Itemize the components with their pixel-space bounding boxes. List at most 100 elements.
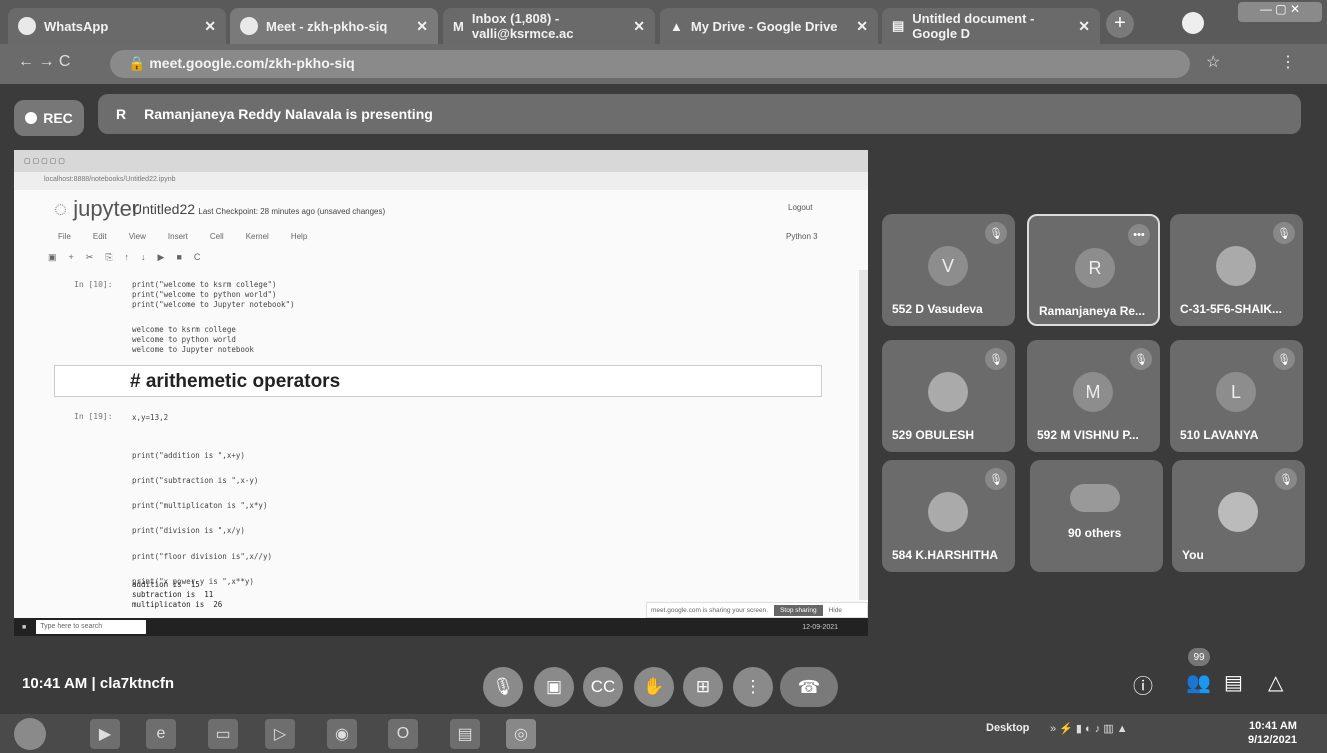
participant-tile[interactable]: 🎙 C-31-5F6-SHAIK...	[1170, 214, 1303, 326]
save-icon[interactable]: ▣	[48, 252, 57, 263]
menu-cell[interactable]: Cell	[210, 232, 224, 241]
record-dot-icon	[25, 112, 38, 124]
taskbar-search[interactable]: Type here to search	[36, 620, 147, 634]
whatsapp-icon	[18, 17, 36, 35]
restart-icon[interactable]: C	[194, 252, 201, 263]
close-icon[interactable]: ✕	[1078, 18, 1090, 35]
desktop-label[interactable]: Desktop	[986, 722, 1029, 734]
raise-hand-button[interactable]: ✋	[634, 667, 674, 707]
docs-icon: ▤	[892, 18, 905, 33]
run-icon[interactable]: ▶	[158, 252, 165, 263]
menu-help[interactable]: Help	[291, 232, 307, 241]
bookmark-star-icon[interactable]: ☆	[1206, 52, 1220, 72]
notebook-title-area: Untitled22 Last Checkpoint: 28 minutes a…	[132, 201, 385, 217]
media-icon[interactable]: ▷	[265, 719, 295, 749]
shared-screen: ▢ ▢ ▢ ▢ ▢ localhost:8888/notebooks/Untit…	[14, 150, 868, 636]
participant-name: 584 K.HARSHITHA	[892, 548, 999, 562]
notebook-title[interactable]: Untitled22	[132, 201, 195, 217]
mic-off-icon: 🎙	[1273, 348, 1295, 370]
close-icon[interactable]: ✕	[856, 18, 868, 35]
mic-off-button[interactable]: 🎙	[483, 667, 523, 707]
avatar	[1218, 492, 1258, 532]
present-button[interactable]: ⊞	[683, 667, 723, 707]
participant-tile[interactable]: 🎙 L 510 LAVANYA	[1170, 340, 1303, 452]
menu-insert[interactable]: Insert	[168, 232, 188, 241]
chrome-icon[interactable]: ◎	[506, 719, 536, 749]
file-icon[interactable]: ▤	[450, 719, 480, 749]
move-down-icon[interactable]: ↓	[141, 252, 146, 263]
participant-tile[interactable]: 🎙 V 552 D Vasudeva	[882, 214, 1015, 326]
avatar: R	[1075, 248, 1115, 288]
menu-file[interactable]: File	[58, 232, 71, 241]
system-clock[interactable]: 10:41 AM 9/12/2021	[1248, 719, 1297, 747]
logout-button[interactable]: Logout	[788, 203, 812, 212]
more-options-button[interactable]: ⋮	[733, 667, 773, 707]
shared-taskbar-date: 12-09-2021	[802, 623, 838, 631]
mic-off-icon: 🎙	[1273, 222, 1295, 244]
opera-icon[interactable]: O	[388, 719, 418, 749]
copy-icon[interactable]: ⎘	[105, 252, 112, 263]
mic-off-icon: 🎙	[985, 348, 1007, 370]
participant-tile[interactable]: 90 others	[1030, 460, 1163, 572]
tab-label: WhatsApp	[44, 18, 109, 34]
new-tab-button[interactable]: +	[1106, 10, 1134, 38]
participant-name: 592 M VISHNU P...	[1037, 428, 1139, 442]
move-up-icon[interactable]: ↑	[125, 252, 130, 263]
people-count-badge: 99	[1188, 648, 1210, 666]
start-button[interactable]	[14, 718, 46, 750]
ie-icon[interactable]: e	[146, 719, 176, 749]
scrollbar[interactable]	[859, 270, 868, 600]
meeting-code: cla7ktncfn	[99, 675, 175, 692]
firefox-icon[interactable]: ◉	[327, 719, 357, 749]
menu-dots-icon[interactable]: ⋮	[1280, 52, 1296, 72]
cell2-code[interactable]: x,y=13,2 print("addition is ",x+y) print…	[132, 412, 272, 588]
close-icon[interactable]: ✕	[633, 18, 645, 35]
participant-tile[interactable]: 🎙 529 OBULESH	[882, 340, 1015, 452]
profile-icon[interactable]	[1182, 12, 1204, 34]
info-icon[interactable]: ⓘ	[1133, 670, 1153, 699]
tab-whatsapp[interactable]: WhatsApp ✕	[8, 8, 226, 44]
cell1-output: welcome to ksrm college welcome to pytho…	[132, 325, 254, 354]
cut-icon[interactable]: ✂	[86, 252, 94, 263]
tab-gmail[interactable]: M Inbox (1,808) - valli@ksrmce.ac ✕	[443, 8, 655, 44]
participant-tile[interactable]: 🎙 You	[1172, 460, 1305, 572]
end-call-button[interactable]: ☎	[780, 667, 838, 707]
hide-button[interactable]: Hide	[829, 607, 842, 614]
chat-icon[interactable]: ▤	[1224, 670, 1243, 695]
media-player-icon[interactable]: ▶	[90, 719, 120, 749]
people-icon[interactable]: 👥	[1186, 670, 1211, 695]
stop-sharing-button[interactable]: Stop sharing	[774, 604, 823, 616]
tab-docs[interactable]: ▤ Untitled document - Google D ✕	[882, 8, 1100, 44]
participant-tile[interactable]: 🎙 M 592 M VISHNU P...	[1027, 340, 1160, 452]
cell2-prompt: In [19]:	[74, 412, 113, 421]
tab-meet[interactable]: Meet - zkh-pkho-siq ✕	[230, 8, 438, 44]
close-icon[interactable]: ✕	[204, 18, 216, 35]
tray-icons[interactable]: » ⚡ ▮ ◐ ♪ ▥ ▲	[1050, 722, 1128, 735]
windows-icon[interactable]: ■	[22, 624, 26, 631]
window-controls[interactable]: — ▢ ✕	[1238, 2, 1322, 22]
menu-edit[interactable]: Edit	[93, 232, 107, 241]
folder-icon[interactable]: ▭	[208, 719, 238, 749]
nav-arrows-icon[interactable]: ← → C	[18, 53, 70, 71]
tab-drive[interactable]: ▲ My Drive - Google Drive ✕	[660, 8, 878, 44]
participant-tile[interactable]: 🎙 584 K.HARSHITHA	[882, 460, 1015, 572]
camera-off-button[interactable]: ▣	[534, 667, 574, 707]
tab-label: Meet - zkh-pkho-siq	[266, 18, 388, 34]
rec-label: REC	[43, 110, 73, 126]
separator: |	[91, 675, 96, 692]
captions-button[interactable]: CC	[583, 667, 623, 707]
menu-kernel[interactable]: Kernel	[246, 232, 269, 241]
activities-icon[interactable]: △	[1268, 670, 1283, 695]
meet-icon	[240, 17, 258, 35]
meeting-time: 10:41 AM	[22, 675, 88, 692]
stop-icon[interactable]: ■	[176, 252, 181, 263]
avatar	[928, 372, 968, 412]
url-field[interactable]: 🔒 meet.google.com/zkh-pkho-siq	[110, 50, 1190, 78]
close-icon[interactable]: ✕	[416, 18, 428, 35]
participant-tile[interactable]: ••• R Ramanjaneya Re...	[1027, 214, 1160, 326]
cell1-code[interactable]: print("welcome to ksrm college") print("…	[132, 280, 295, 310]
cell2-output: addition is 15 subtraction is 11 multipl…	[132, 580, 223, 609]
menu-view[interactable]: View	[129, 232, 146, 241]
more-options-icon[interactable]: •••	[1128, 224, 1150, 246]
add-cell-icon[interactable]: +	[69, 252, 74, 263]
